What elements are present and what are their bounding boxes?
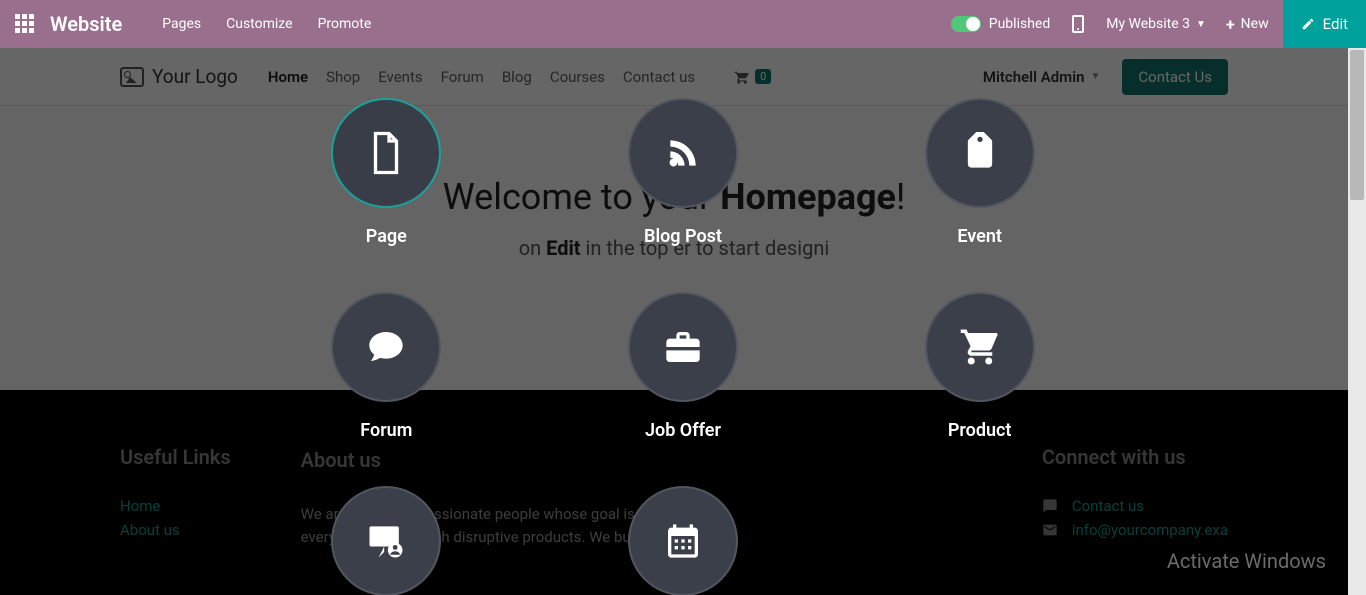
toggle-switch-icon	[951, 16, 981, 32]
windows-watermark: Activate Windows	[1167, 549, 1326, 573]
footer-link-about[interactable]: About us	[120, 521, 231, 539]
new-event-label: Event	[957, 226, 1002, 247]
new-button[interactable]: + New	[1226, 15, 1269, 34]
nav-blog[interactable]: Blog	[502, 68, 532, 86]
calendar-icon	[628, 486, 738, 595]
rss-icon	[628, 98, 738, 208]
new-label: New	[1241, 16, 1269, 32]
website-selector-label: My Website 3	[1106, 16, 1190, 32]
site-logo[interactable]: Your Logo	[120, 65, 238, 88]
footer-links-title: Useful Links	[120, 445, 231, 469]
user-name: Mitchell Admin	[983, 68, 1085, 86]
logo-text: Your Logo	[152, 65, 238, 88]
plus-icon: +	[1226, 15, 1235, 34]
topnav-promote[interactable]: Promote	[318, 16, 372, 32]
comment-icon	[331, 292, 441, 402]
nav-home[interactable]: Home	[268, 68, 308, 86]
edit-label: Edit	[1323, 15, 1348, 33]
app-brand[interactable]: Website	[50, 12, 122, 36]
new-blogpost-option[interactable]: Blog Post	[628, 98, 738, 247]
contact-us-button[interactable]: Contact Us	[1122, 59, 1228, 95]
footer-email-label: info@yourcompany.exa	[1072, 521, 1228, 539]
new-appointment-option[interactable]: Appointment Form	[608, 486, 759, 595]
shopping-cart-icon	[925, 292, 1035, 402]
pencil-icon	[1301, 17, 1315, 31]
briefcase-icon	[628, 292, 738, 402]
topnav-customize[interactable]: Customize	[226, 16, 292, 32]
new-joboffer-label: Job Offer	[645, 420, 721, 441]
nav-events[interactable]: Events	[378, 68, 422, 86]
chevron-down-icon: ▼	[1090, 71, 1100, 82]
new-page-label: Page	[366, 226, 407, 247]
cart-count-badge: 0	[755, 69, 771, 84]
cart-icon	[733, 69, 751, 85]
website-selector[interactable]: My Website 3 ▼	[1106, 16, 1206, 32]
new-forum-option[interactable]: Forum	[331, 292, 441, 441]
new-page-option[interactable]: Page	[331, 98, 441, 247]
presentation-icon	[331, 486, 441, 595]
mobile-preview-icon[interactable]	[1072, 15, 1084, 33]
scrollbar-thumb[interactable]	[1350, 50, 1364, 200]
footer-link-home[interactable]: Home	[120, 497, 231, 515]
ticket-icon	[925, 98, 1035, 208]
apps-icon[interactable]	[15, 14, 35, 34]
user-menu[interactable]: Mitchell Admin ▼	[983, 68, 1101, 86]
scrollbar-track[interactable]	[1348, 48, 1366, 595]
new-joboffer-option[interactable]: Job Offer	[628, 292, 738, 441]
edit-button[interactable]: Edit	[1283, 0, 1366, 48]
file-icon	[331, 98, 441, 208]
page-canvas: Your Logo Home Shop Events Forum Blog Co…	[0, 48, 1366, 595]
new-product-label: Product	[948, 420, 1012, 441]
new-course-option[interactable]: Course	[331, 486, 441, 595]
nav-forum[interactable]: Forum	[441, 68, 484, 86]
new-event-option[interactable]: Event	[925, 98, 1035, 247]
footer-contact-label: Contact us	[1072, 497, 1144, 515]
image-icon	[120, 67, 144, 87]
nav-courses[interactable]: Courses	[550, 68, 605, 86]
new-blogpost-label: Blog Post	[644, 226, 722, 247]
new-forum-label: Forum	[360, 420, 412, 441]
cart-button[interactable]: 0	[733, 69, 771, 85]
chevron-down-icon: ▼	[1196, 19, 1206, 30]
editor-topbar: Website Pages Customize Promote Publishe…	[0, 0, 1366, 48]
publish-label: Published	[989, 16, 1050, 32]
nav-contact[interactable]: Contact us	[623, 68, 695, 86]
new-product-option[interactable]: Product	[925, 292, 1035, 441]
footer-links-col: Useful Links Home About us	[120, 445, 231, 548]
nav-shop[interactable]: Shop	[326, 68, 360, 86]
topnav-pages[interactable]: Pages	[162, 16, 201, 32]
publish-toggle[interactable]: Published	[951, 16, 1050, 32]
